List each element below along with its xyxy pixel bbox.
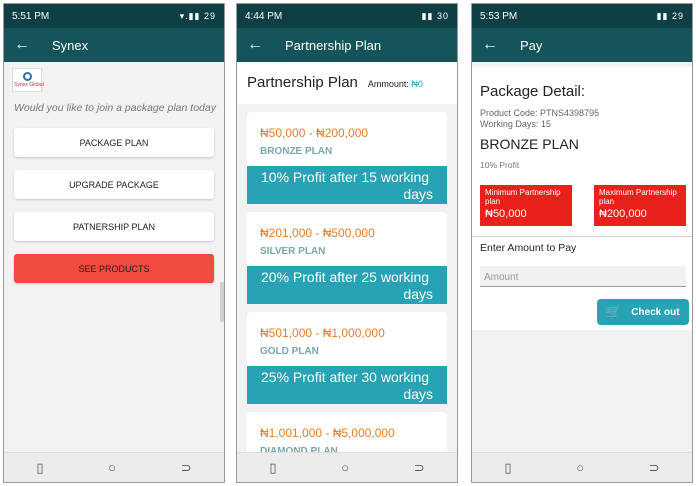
maximum-value: ₦200,000 bbox=[599, 208, 647, 220]
main-content: Package Detail: Product Code: PTNS439879… bbox=[472, 62, 692, 452]
home-icon[interactable]: ○ bbox=[341, 460, 349, 475]
minimum-partnership-box: Minimum Partnership plan ₦50,000 bbox=[480, 185, 572, 226]
plan-card-silver[interactable]: ₦201,000 - ₦500,000 SILVER PLAN 20% Prof… bbox=[247, 212, 447, 304]
app-bar: ← Pay bbox=[472, 28, 692, 62]
app-bar: ← Synex bbox=[4, 28, 224, 62]
checkout-button[interactable]: 🛒 Check out bbox=[597, 299, 689, 325]
status-bar: 5:53 PM ▮▮ 29 bbox=[472, 4, 692, 28]
status-icons: ▮▮ 30 bbox=[421, 10, 449, 21]
logo-ring-icon bbox=[23, 72, 32, 81]
partnership-header: Partnership Plan Ammount: ₦0 bbox=[237, 62, 457, 104]
status-icons: ▮▮ 29 bbox=[656, 10, 684, 21]
recent-apps-icon[interactable]: ▯ bbox=[269, 460, 276, 476]
system-nav-bar: ▯ ○ ⊃ bbox=[4, 452, 224, 482]
amount-value: ₦0 bbox=[411, 79, 423, 89]
see-products-button[interactable]: SEE PRODUCTS bbox=[14, 254, 214, 283]
system-nav-bar: ▯ ○ ⊃ bbox=[472, 452, 692, 482]
main-content: Synex Global Would you like to join a pa… bbox=[4, 62, 224, 452]
minimum-value: ₦50,000 bbox=[485, 208, 527, 220]
status-icons: ▾.▮▮ 29 bbox=[179, 10, 216, 21]
upgrade-package-button[interactable]: UPGRADE PACKAGE bbox=[14, 170, 214, 199]
phone-screen-partnership: 4:44 PM ▮▮ 30 ← Partnership Plan Partner… bbox=[236, 3, 458, 483]
recent-apps-icon[interactable]: ▯ bbox=[504, 460, 511, 476]
plan-profit-line2: days bbox=[403, 286, 433, 302]
partnership-plan-button[interactable]: PATNERSHIP PLAN bbox=[14, 212, 214, 241]
plan-range: ₦1,001,000 - ₦5,000,000 bbox=[260, 426, 395, 440]
amount-label: Ammount: bbox=[367, 79, 409, 89]
page-title: Partnership Plan bbox=[247, 74, 358, 91]
plan-card-diamond[interactable]: ₦1,001,000 - ₦5,000,000 DIAMOND PLAN bbox=[247, 412, 447, 452]
plan-card-gold[interactable]: ₦501,000 - ₦1,000,000 GOLD PLAN 25% Prof… bbox=[247, 312, 447, 404]
minimum-label: Minimum Partnership plan bbox=[485, 188, 561, 206]
status-time: 5:53 PM bbox=[480, 10, 518, 22]
plan-profit-line1: 20% Profit after 25 working bbox=[261, 269, 430, 285]
maximum-label: Maximum Partnership plan bbox=[599, 188, 677, 206]
app-title: Partnership Plan bbox=[285, 37, 382, 53]
back-arrow-icon[interactable]: ← bbox=[482, 36, 506, 54]
plan-profit-line2: days bbox=[403, 186, 433, 202]
plan-range: ₦501,000 - ₦1,000,000 bbox=[260, 326, 385, 340]
back-nav-icon[interactable]: ⊃ bbox=[649, 460, 660, 476]
logo-text: Synex Global bbox=[14, 82, 44, 88]
back-arrow-icon[interactable]: ← bbox=[14, 36, 38, 54]
synex-logo: Synex Global bbox=[12, 68, 44, 92]
home-icon[interactable]: ○ bbox=[108, 460, 116, 475]
phone-screen-synex: 5:51 PM ▾.▮▮ 29 ← Synex Synex Global Wou… bbox=[3, 3, 225, 483]
status-bar: 4:44 PM ▮▮ 30 bbox=[237, 4, 457, 28]
back-nav-icon[interactable]: ⊃ bbox=[414, 460, 425, 476]
app-bar: ← Partnership Plan bbox=[237, 28, 457, 62]
app-title: Pay bbox=[520, 37, 543, 53]
join-question: Would you like to join a package plan to… bbox=[14, 102, 216, 114]
profit-text: 10% Profit bbox=[480, 160, 520, 170]
home-icon[interactable]: ○ bbox=[576, 460, 584, 475]
enter-amount-label: Enter Amount to Pay bbox=[480, 242, 577, 254]
product-code: Product Code: PTNS4398795 bbox=[480, 108, 600, 118]
working-days: Working Days: 15 bbox=[480, 119, 551, 129]
cart-icon: 🛒 bbox=[605, 304, 622, 319]
app-title: Synex bbox=[52, 37, 89, 53]
status-time: 4:44 PM bbox=[245, 10, 283, 22]
status-time: 5:51 PM bbox=[12, 10, 50, 22]
plan-name: BRONZE PLAN bbox=[260, 146, 333, 157]
back-arrow-icon[interactable]: ← bbox=[247, 36, 271, 54]
plan-name: SILVER PLAN bbox=[260, 246, 326, 257]
package-detail-card: Package Detail: Product Code: PTNS439879… bbox=[472, 67, 692, 330]
plan-profit-line1: 25% Profit after 30 working bbox=[261, 369, 430, 385]
package-plan-button[interactable]: PACKAGE PLAN bbox=[14, 128, 214, 157]
package-detail-title: Package Detail: bbox=[480, 83, 586, 100]
plan-name: DIAMOND PLAN bbox=[260, 446, 338, 452]
plan-profit: 25% Profit after 30 working days bbox=[247, 366, 447, 404]
maximum-partnership-box: Maximum Partnership plan ₦200,000 bbox=[594, 185, 686, 226]
recent-apps-icon[interactable]: ▯ bbox=[36, 460, 43, 476]
plan-profit-line2: days bbox=[403, 386, 433, 402]
plan-card-bronze[interactable]: ₦50,000 - ₦200,000 BRONZE PLAN 10% Profi… bbox=[247, 112, 447, 204]
status-bar: 5:51 PM ▾.▮▮ 29 bbox=[4, 4, 224, 28]
plan-profit: 10% Profit after 15 working days bbox=[247, 166, 447, 204]
phone-screen-pay: 5:53 PM ▮▮ 29 ← Pay Package Detail: Prod… bbox=[471, 3, 693, 483]
system-nav-bar: ▯ ○ ⊃ bbox=[237, 452, 457, 482]
scrollbar[interactable] bbox=[220, 282, 224, 322]
back-nav-icon[interactable]: ⊃ bbox=[181, 460, 192, 476]
plan-range: ₦201,000 - ₦500,000 bbox=[260, 226, 375, 240]
plan-profit: 20% Profit after 25 working days bbox=[247, 266, 447, 304]
plan-profit-line1: 10% Profit after 15 working bbox=[261, 169, 430, 185]
amount-input[interactable]: Amount bbox=[480, 266, 686, 287]
plan-name: BRONZE PLAN bbox=[480, 136, 579, 152]
amount-display: Ammount: ₦0 bbox=[368, 79, 423, 89]
checkout-label: Check out bbox=[631, 306, 680, 318]
plan-range: ₦50,000 - ₦200,000 bbox=[260, 126, 369, 140]
main-content: Partnership Plan Ammount: ₦0 ₦50,000 - ₦… bbox=[237, 62, 457, 452]
plan-name: GOLD PLAN bbox=[260, 346, 319, 357]
divider bbox=[472, 236, 692, 237]
